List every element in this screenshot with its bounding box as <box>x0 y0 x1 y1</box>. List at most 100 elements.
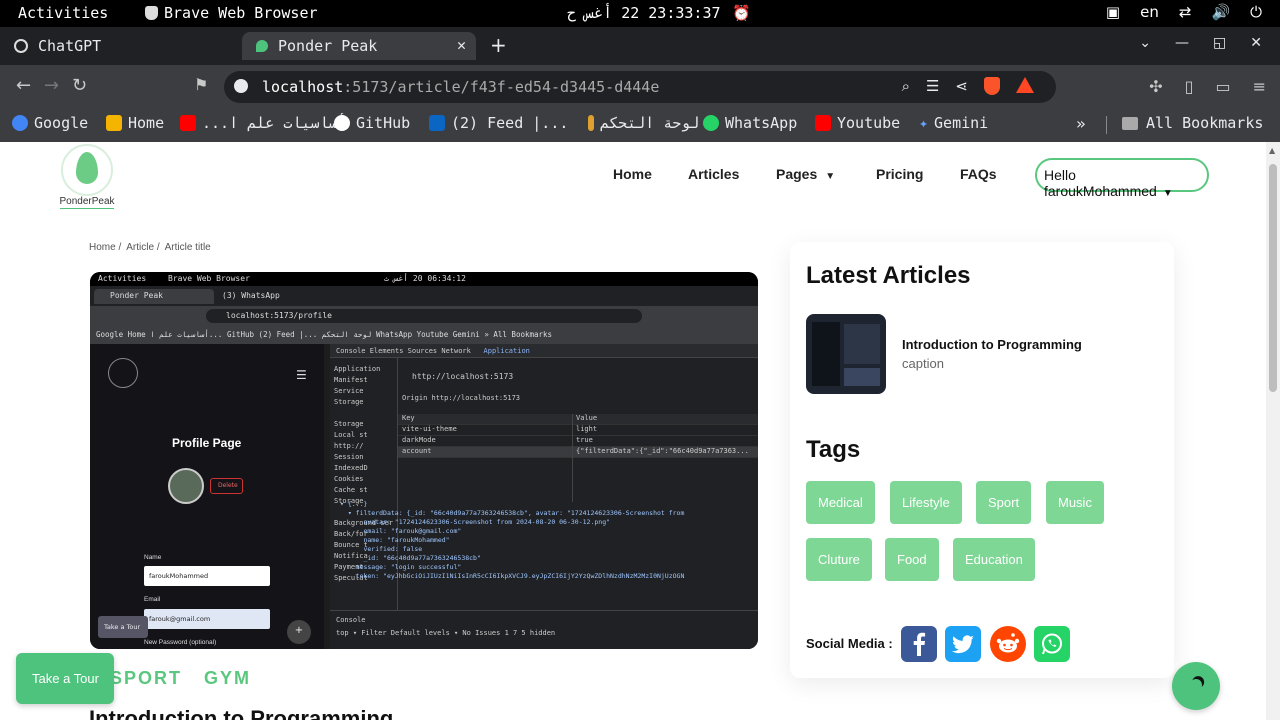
caret-down-icon: ▼ <box>825 171 836 182</box>
system-top-bar: Activities Brave Web Browser 23:33:37 22… <box>0 0 1280 27</box>
breadcrumb-article[interactable]: Article <box>126 242 154 253</box>
facebook-icon[interactable] <box>901 626 937 662</box>
reload-icon[interactable]: ↻ <box>72 75 87 96</box>
logo-underline <box>60 208 114 209</box>
nav-faqs[interactable]: FAQs <box>960 166 997 182</box>
dark-mode-toggle[interactable] <box>1172 662 1220 710</box>
home-icon <box>106 115 122 131</box>
category-sport[interactable]: SPORT <box>110 668 182 688</box>
address-bar[interactable]: localhost:5173/article/f43f-ed54-d3445-d… <box>224 71 1056 103</box>
network-icon[interactable]: ⇄ <box>1179 3 1192 21</box>
logo-text: PonderPeak <box>59 196 115 207</box>
ponder-peak-icon <box>256 40 268 52</box>
devtools-json: ▾ {...} ▾ filterdData: {_id: "66c40d9a77… <box>340 500 685 581</box>
article-thumbnail[interactable] <box>806 314 886 394</box>
site-logo[interactable]: PonderPeak <box>54 144 120 210</box>
hero-system-bar: Activities Brave Web Browser 06:34:12 20… <box>90 272 758 286</box>
tag-sport[interactable]: Sport <box>976 481 1032 524</box>
close-tab-icon[interactable]: ✕ <box>457 36 466 54</box>
app-menu[interactable]: Brave Web Browser <box>145 4 318 22</box>
devtools-json-line: message: "login successful" <box>340 563 462 571</box>
bookmark-arabic-course[interactable]: أساسيات علم ا... <box>180 114 347 132</box>
tag-education[interactable]: Education <box>953 538 1035 581</box>
more-bookmarks-icon[interactable]: » <box>1076 114 1086 133</box>
maximize-icon[interactable]: ◱ <box>1213 35 1226 51</box>
avatar <box>168 468 204 504</box>
tab-search-icon[interactable]: ⌄ <box>1139 35 1151 51</box>
breadcrumb: Home / Article / Article title <box>89 242 211 253</box>
twitter-icon[interactable] <box>945 626 981 662</box>
tag-lifestyle[interactable]: Lifestyle <box>890 481 962 524</box>
bookmark-google[interactable]: Google <box>12 114 88 132</box>
site-info-icon[interactable] <box>234 79 248 93</box>
brave-rewards-icon[interactable] <box>1016 77 1034 93</box>
url-text[interactable]: localhost:5173/article/f43f-ed54-d3445-d… <box>262 78 659 96</box>
share-icon[interactable]: ⋖ <box>955 77 968 95</box>
scroll-up-icon[interactable]: ▲ <box>1269 146 1275 155</box>
back-icon[interactable]: ← <box>16 75 31 96</box>
zoom-icon[interactable]: ⌕ <box>902 77 910 95</box>
tab-chatgpt[interactable]: ChatGPT <box>14 32 234 60</box>
volume-icon[interactable]: 🔊 <box>1211 3 1230 21</box>
tag-culture[interactable]: Cluture <box>806 538 872 581</box>
reader-mode-icon[interactable]: ☰ <box>926 77 939 95</box>
breadcrumb-home[interactable]: Home <box>89 242 116 253</box>
devtools-json-line: email: "farouk@gmail.com" <box>340 527 462 535</box>
plus-icon: + <box>287 620 311 644</box>
reddit-icon[interactable] <box>990 626 1026 662</box>
category-gym[interactable]: GYM <box>204 668 251 688</box>
devtools-json-line: ▾ {...} <box>340 500 368 508</box>
scrollbar-thumb[interactable] <box>1269 164 1277 392</box>
bookmark-youtube[interactable]: Youtube <box>815 114 900 132</box>
bookmark-github[interactable]: GitHub <box>334 114 410 132</box>
nav-pricing[interactable]: Pricing <box>876 166 923 182</box>
caret-down-icon: ▼ <box>1162 188 1173 199</box>
user-menu-button[interactable]: Hello faroukMohammed ▼ <box>1035 158 1209 199</box>
social-media-label: Social Media : <box>806 636 893 651</box>
nav-home[interactable]: Home <box>613 166 652 182</box>
wallet-icon[interactable]: ▭ <box>1215 77 1230 96</box>
bookmark-whatsapp[interactable]: WhatsApp <box>703 114 797 132</box>
devtools-tree-item: Manifest <box>334 376 368 384</box>
tab-ponder-peak[interactable]: Ponder Peak ✕ <box>242 32 476 60</box>
tag-food[interactable]: Food <box>885 538 939 581</box>
devtools-json-line: name: "faroukMohammed" <box>340 536 450 544</box>
screen-icon[interactable]: ▣ <box>1106 3 1120 21</box>
bookmark-linkedin[interactable]: (2) Feed |... <box>429 114 568 132</box>
activities-button[interactable]: Activities <box>18 4 108 22</box>
nav-pages[interactable]: Pages ▼ <box>776 166 835 182</box>
devtools-json-line: avatar: "1724124623306-Screenshot from 2… <box>340 518 611 526</box>
clock[interactable]: 23:33:37 22 أغس ح <box>567 4 721 22</box>
brave-shields-icon[interactable] <box>984 77 1000 95</box>
latest-article-title[interactable]: Introduction to Programming <box>902 337 1082 352</box>
nav-articles[interactable]: Articles <box>688 166 739 182</box>
extensions-icon[interactable]: ✣ <box>1149 77 1162 96</box>
new-tab-button[interactable]: + <box>490 33 507 57</box>
language-indicator[interactable]: en <box>1140 3 1159 21</box>
bookmarks-bar: Google Home أساسيات علم ا... GitHub (2) … <box>0 109 1280 142</box>
tag-music[interactable]: Music <box>1046 481 1104 524</box>
devtools-tree-item: Service <box>334 387 364 395</box>
devtools-tree-item: Session <box>334 453 364 461</box>
hero-devtools: Console Elements Sources Network Applica… <box>330 344 758 649</box>
bookmark-dashboard[interactable]: لوحة التحكم <box>588 114 699 132</box>
menu-icon[interactable]: ≡ <box>1253 77 1266 96</box>
sidebar-icon[interactable]: ▯ <box>1185 77 1194 96</box>
page-scrollbar[interactable]: ▲ <box>1266 142 1280 720</box>
devtools-json-line: _id: "66c40d9a77a7363246538cb" <box>340 554 481 562</box>
system-tray[interactable]: ▣ en ⇄ 🔊 ⏻ <box>1106 3 1262 21</box>
bookmark-gemini[interactable]: ✦ Gemini <box>919 114 988 132</box>
youtube-icon <box>180 115 196 131</box>
take-tour-button[interactable]: Take a Tour <box>16 653 114 704</box>
close-window-icon[interactable]: ✕ <box>1250 35 1262 51</box>
whatsapp-icon[interactable] <box>1034 626 1070 662</box>
bookmark-icon[interactable]: ⚑ <box>194 75 208 94</box>
minimize-icon[interactable]: — <box>1175 35 1189 51</box>
bookmark-home[interactable]: Home <box>106 114 164 132</box>
tag-medical[interactable]: Medical <box>806 481 875 524</box>
toolbar: ← → ↻ ⚑ localhost:5173/article/f43f-ed54… <box>0 65 1280 109</box>
forward-icon[interactable]: → <box>44 75 59 96</box>
moon-icon <box>1188 677 1203 692</box>
all-bookmarks-button[interactable]: All Bookmarks <box>1122 114 1263 132</box>
power-icon[interactable]: ⏻ <box>1250 3 1262 21</box>
